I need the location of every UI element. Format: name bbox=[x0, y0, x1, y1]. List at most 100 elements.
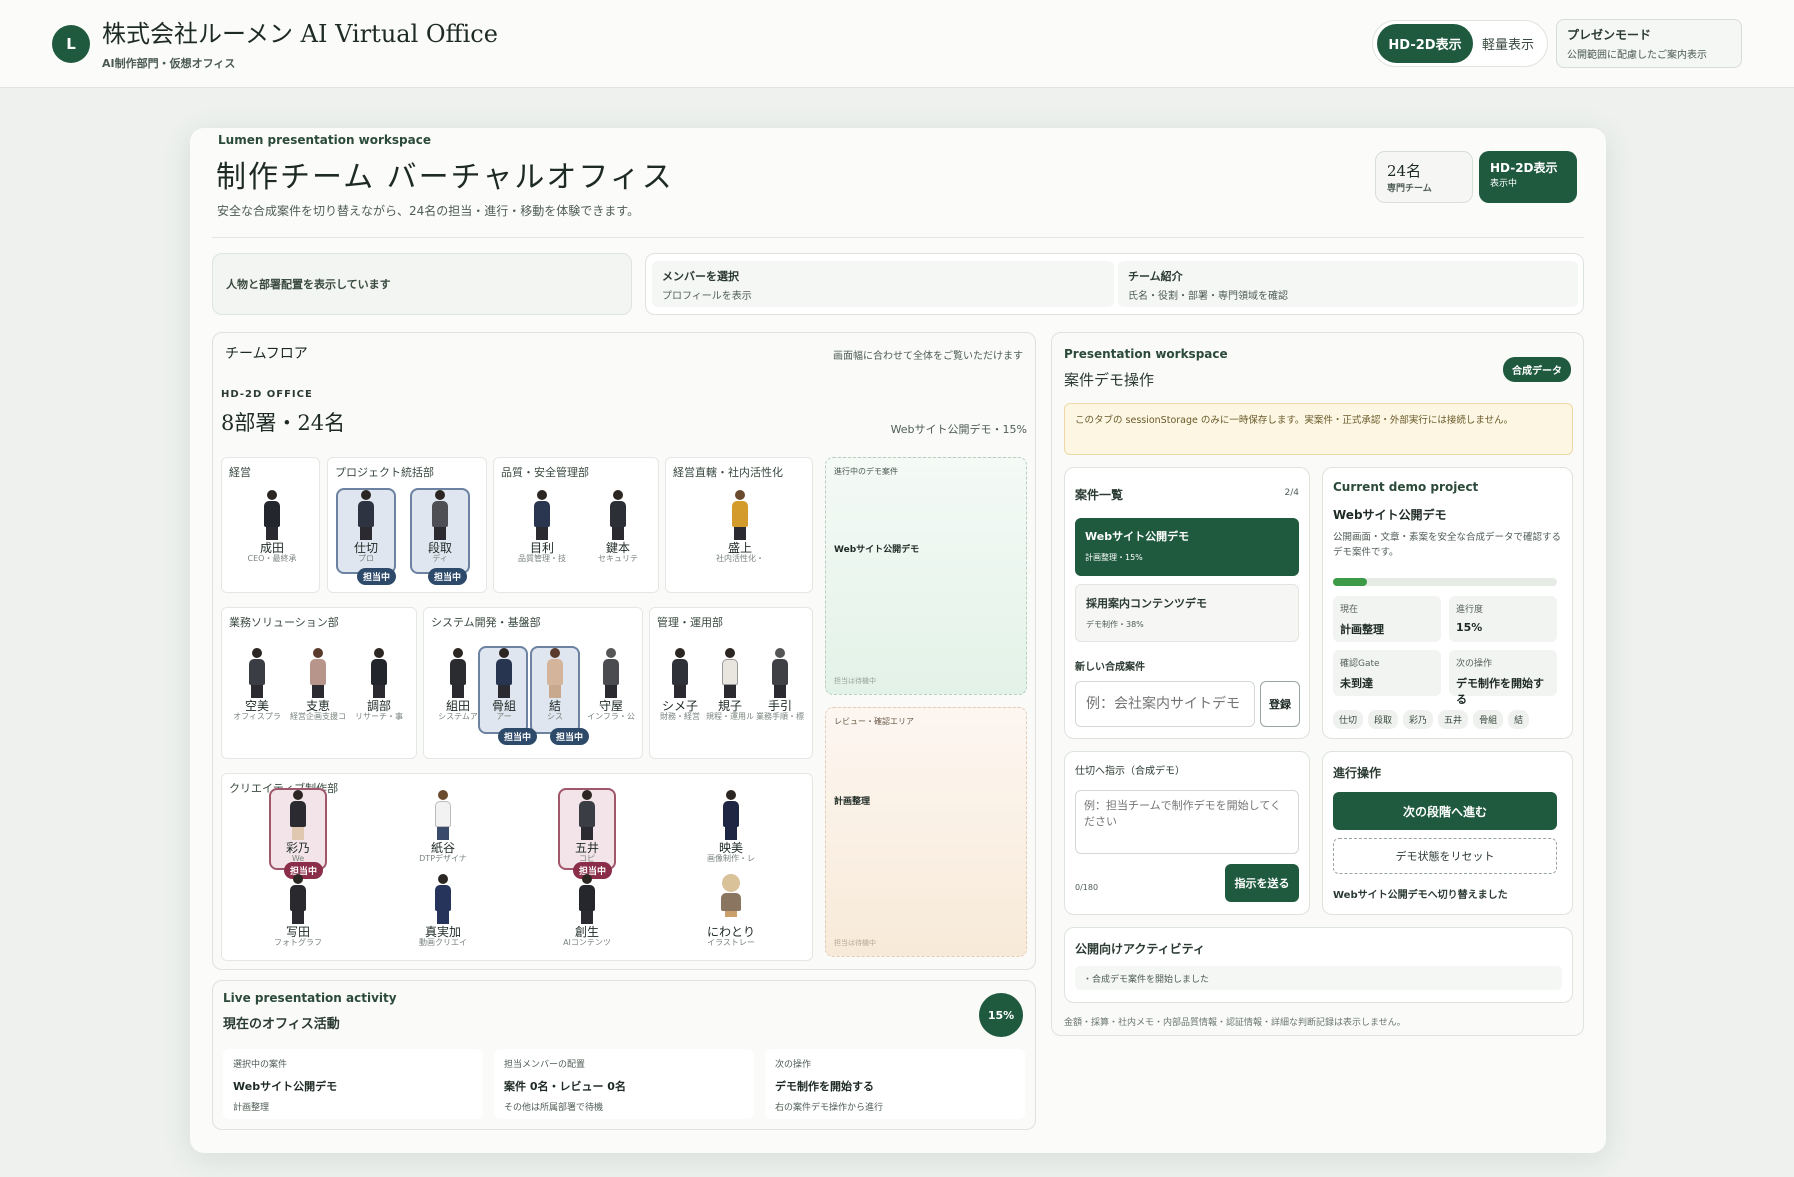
dept-quality-safety[interactable]: 品質・安全管理部 目利 品質管理・技 鍵本 セキュリテ bbox=[493, 457, 659, 593]
person-name: にわとり bbox=[706, 925, 755, 939]
activity-label: 担当メンバーの配置 bbox=[504, 1060, 586, 1070]
select-member-guide[interactable]: メンバーを選択 プロフィールを表示 bbox=[652, 261, 1114, 307]
project-name: 採用案内コンテンツデモ bbox=[1086, 597, 1207, 610]
dept-name: システム開発・基盤部 bbox=[431, 616, 541, 629]
dept-name: 経営直轄・社内活性化 bbox=[673, 466, 783, 479]
register-button[interactable]: 登録 bbox=[1260, 681, 1300, 727]
dept-business-solutions[interactable]: 業務ソリューション部 空美 オフィスプラ 支恵 経営企画支援コ 調部 リサーチ・事 bbox=[221, 607, 417, 759]
person-role: フォトグラフ bbox=[274, 938, 322, 947]
progress-status-text: Webサイト公開デモへ切り替えました bbox=[1333, 890, 1508, 901]
top-bar: L 株式会社ルーメン AI Virtual Office AI制作部門・仮想オフ… bbox=[0, 0, 1794, 88]
person-shirabebe[interactable]: 調部 リサーチ・事 bbox=[349, 648, 409, 721]
person-sousei[interactable]: 創生 AIコンテンツ bbox=[557, 874, 617, 947]
view-mode-stat: HD-2D表示 表示中 bbox=[1479, 151, 1577, 203]
metric-progress: 進行度 15% bbox=[1449, 596, 1557, 642]
team-intro-title: チーム紹介 bbox=[1128, 270, 1183, 283]
dept-name: 管理・運用部 bbox=[657, 616, 723, 629]
session-notice: このタブの sessionStorage のみに一時保存します。実案件・正式承認… bbox=[1064, 403, 1573, 455]
progress-fill bbox=[1333, 578, 1367, 586]
project-item[interactable]: 採用案内コンテンツデモ デモ制作・38% bbox=[1075, 584, 1299, 642]
current-project-desc: 公開画面・文章・素案を安全な合成データで確認するデモ案件です。 bbox=[1333, 532, 1562, 558]
project-list-title: 案件一覧 bbox=[1075, 488, 1124, 502]
header-divider bbox=[212, 237, 1584, 238]
metric-current: 現在 計画整理 bbox=[1333, 596, 1441, 642]
in-progress-zone[interactable]: 進行中のデモ案件 Webサイト公開デモ 担当は待機中 bbox=[825, 457, 1027, 695]
activity-progress-badge: 15% bbox=[979, 993, 1023, 1037]
activity-value: 案件 0名・レビュー 0名 bbox=[504, 1080, 626, 1093]
light-view-button[interactable]: 軽量表示 bbox=[1473, 34, 1543, 53]
person-niwatori[interactable]: にわとり イラストレー bbox=[701, 874, 761, 947]
review-foot: 担当は待機中 bbox=[834, 939, 876, 947]
project-list-count: 2/4 bbox=[1284, 488, 1299, 498]
person-goi[interactable]: 五井 コピ bbox=[557, 790, 617, 863]
instruction-char-count: 0/180 bbox=[1075, 883, 1099, 892]
metric-value: 未到達 bbox=[1340, 677, 1373, 690]
person-ayano[interactable]: 彩乃 We bbox=[268, 790, 328, 863]
person-name: 目利 bbox=[529, 541, 554, 555]
public-activity-title: 公開向けアクティビティ bbox=[1075, 942, 1205, 956]
dept-management[interactable]: 経営 成田 CEO・最終承 bbox=[221, 457, 320, 593]
team-intro-guide[interactable]: チーム紹介 氏名・役割・部署・専門領域を確認 bbox=[1118, 261, 1578, 307]
activity-col-selected: 選択中の案件 Webサイト公開デモ 計画整理 bbox=[223, 1049, 483, 1119]
person-name: 盛上 bbox=[727, 541, 752, 555]
new-project-input[interactable] bbox=[1075, 681, 1255, 727]
person-role: AIコンテンツ bbox=[563, 938, 611, 947]
dept-project-management[interactable]: プロジェクト統括部 仕切 プロ 担当中 段取 ディ 担当中 bbox=[327, 457, 487, 593]
view-mode-sub: 表示中 bbox=[1490, 179, 1518, 189]
person-kagimoto[interactable]: 鍵本 セキュリテ bbox=[588, 490, 648, 563]
in-progress-zone-title: 進行中のデモ案件 bbox=[834, 467, 898, 476]
dept-creative[interactable]: クリエイティブ制作部 彩乃We 担当中 紙谷DTPデザイナ 五井コピ 担当中 映… bbox=[221, 773, 813, 961]
metric-value: デモ制作を開始する bbox=[1456, 677, 1544, 706]
dept-system-dev[interactable]: システム開発・基盤部 組田 システムア 骨組 アー 担当中 結シス 担当中 守屋 イン… bbox=[423, 607, 643, 759]
assigned-badge: 担当中 bbox=[550, 728, 590, 745]
dept-admin-ops[interactable]: 管理・運用部 シメ子 財務・経営 規子 規程・運用ル 手引 業務手順・標 bbox=[649, 607, 813, 759]
next-stage-button[interactable]: 次の段階へ進む bbox=[1333, 792, 1557, 830]
send-instruction-button[interactable]: 指示を送る bbox=[1225, 864, 1299, 902]
person-yui[interactable]: 結シス bbox=[525, 648, 585, 721]
member-count-sub: 専門チーム bbox=[1387, 184, 1432, 194]
assignee-chips: 仕切 段取 彩乃 五井 骨組 結 bbox=[1333, 710, 1534, 729]
dept-name: 経営 bbox=[229, 466, 251, 479]
person-kamiya[interactable]: 紙谷 DTPデザイナ bbox=[413, 790, 473, 863]
assigned-badge: 担当中 bbox=[357, 568, 397, 585]
person-moriage[interactable]: 盛上 社内活性化・ bbox=[710, 490, 770, 563]
person-name: 支恵 bbox=[305, 699, 330, 713]
workspace-kicker: Lumen presentation workspace bbox=[218, 133, 431, 147]
view-mode-value: HD-2D表示 bbox=[1490, 161, 1558, 175]
person-shie[interactable]: 支恵 経営企画支援コ bbox=[288, 648, 348, 721]
person-role: 社内活性化・ bbox=[716, 554, 764, 563]
assignee-chip: 五井 bbox=[1438, 710, 1469, 729]
person-name: 創生 bbox=[574, 925, 599, 939]
person-name: 真実加 bbox=[424, 925, 461, 939]
review-zone-title: レビュー・確認エリア bbox=[834, 717, 914, 726]
person-shikiri[interactable]: 仕切 プロ bbox=[336, 490, 396, 563]
person-tebiki[interactable]: 手引 業務手順・標 bbox=[750, 648, 810, 721]
metric-label: 進行度 bbox=[1456, 605, 1484, 615]
project-item-selected[interactable]: Webサイト公開デモ 計画整理・15% bbox=[1075, 518, 1299, 576]
progress-ops-panel: 進行操作 次の段階へ進む デモ状態をリセット Webサイト公開デモへ切り替えまし… bbox=[1322, 751, 1573, 915]
person-moriya[interactable]: 守屋 インフラ・公 bbox=[581, 648, 641, 721]
office-map: 経営 成田 CEO・最終承 プロジェクト統括部 仕切 プロ 担当中 段取 ディ 担当中… bbox=[221, 457, 813, 961]
dept-executive-engagement[interactable]: 経営直轄・社内活性化 盛上 社内活性化・ bbox=[665, 457, 813, 593]
person-emi[interactable]: 映美 画像制作・レ bbox=[701, 790, 761, 863]
activity-label: 選択中の案件 bbox=[233, 1060, 288, 1070]
person-mekiki[interactable]: 目利 品質管理・技 bbox=[512, 490, 572, 563]
assignee-chip: 骨組 bbox=[1473, 710, 1504, 729]
person-name: 彩乃 bbox=[285, 841, 310, 855]
person-narita[interactable]: 成田 CEO・最終承 bbox=[242, 490, 302, 563]
workspace-card: Lumen presentation workspace 制作チーム バーチャル… bbox=[190, 128, 1606, 1153]
person-role: イラストレー bbox=[707, 938, 755, 947]
person-sorami[interactable]: 空美 オフィスプラ bbox=[227, 648, 287, 721]
presentation-mode-button[interactable]: プレゼンモード 公開範囲に配慮したご案内表示 bbox=[1556, 19, 1742, 68]
review-zone[interactable]: レビュー・確認エリア 計画整理 担当は待機中 bbox=[825, 707, 1027, 957]
person-mamika[interactable]: 真実加 動画クリエイ bbox=[413, 874, 473, 947]
app-title: 株式会社ルーメン AI Virtual Office bbox=[102, 20, 498, 48]
office-progress-label: Webサイト公開デモ・15% bbox=[890, 423, 1027, 436]
public-activity-item: ・合成デモ案件を開始しました bbox=[1075, 966, 1562, 990]
reset-demo-button[interactable]: デモ状態をリセット bbox=[1333, 838, 1557, 874]
project-list-panel: 案件一覧 2/4 Webサイト公開デモ 計画整理・15% 採用案内コンテンツデモ… bbox=[1064, 467, 1310, 739]
person-shada[interactable]: 写田 フォトグラフ bbox=[268, 874, 328, 947]
person-dandori[interactable]: 段取 ディ bbox=[410, 490, 470, 563]
hd-view-button[interactable]: HD-2D表示 bbox=[1377, 24, 1473, 63]
instruction-textarea[interactable] bbox=[1075, 790, 1299, 854]
